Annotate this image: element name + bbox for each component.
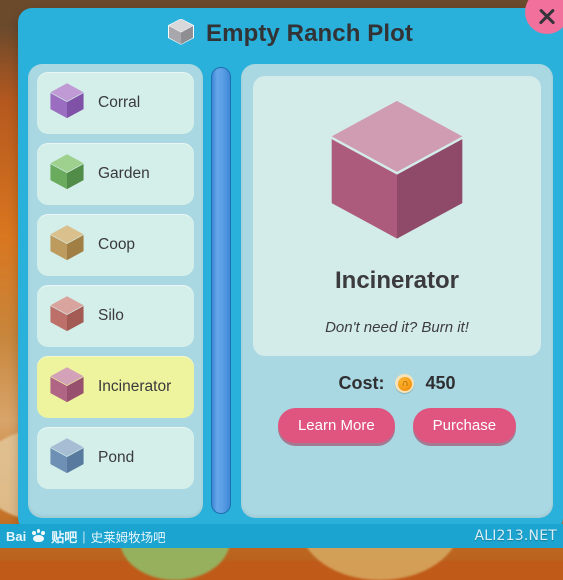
cube-icon — [49, 224, 85, 266]
sidebar-item-silo[interactable]: Silo — [37, 285, 194, 347]
scrollbar-thumb[interactable] — [211, 67, 231, 514]
sidebar-item-incinerator[interactable]: Incinerator — [37, 356, 194, 418]
sidebar-item-corral[interactable]: Corral — [37, 72, 194, 134]
sidebar-item-coop[interactable]: Coop — [37, 214, 194, 276]
coin-glyph: ∩ — [397, 376, 412, 391]
cube-icon — [326, 98, 468, 245]
cube-icon — [49, 295, 85, 337]
watermark-bar: Bai 贴吧 | 史莱姆牧场吧 ALI213.NET — [0, 524, 563, 548]
site-watermark: ALI213.NET — [474, 528, 557, 544]
cube-icon — [49, 82, 85, 124]
detail-panel: Incinerator Don't need it? Burn it! Cost… — [241, 64, 553, 518]
sidebar-item-label: Garden — [98, 165, 150, 182]
sidebar-item-label: Coop — [98, 236, 136, 253]
sidebar-scrollbar[interactable] — [207, 64, 235, 518]
sidebar-item-label: Corral — [98, 94, 141, 111]
close-icon — [537, 6, 557, 26]
sidebar-item-garden[interactable]: Garden — [37, 143, 194, 205]
cube-icon — [49, 437, 85, 479]
sidebar: Corral Garden Coop Silo Incinerator Pond — [28, 64, 203, 518]
forum-name: 史莱姆牧场吧 — [90, 530, 166, 545]
sidebar-item-label: Incinerator — [98, 378, 172, 395]
paw-icon — [31, 529, 46, 543]
sidebar-item-label: Silo — [98, 307, 124, 324]
sidebar-item-label: Pond — [98, 449, 135, 466]
dialog-header: Empty Ranch Plot — [18, 8, 563, 60]
ranch-plot-dialog: Empty Ranch Plot Corral Garden Coop Silo… — [18, 0, 563, 532]
cost-row: Cost: ∩ 450 — [253, 373, 541, 394]
baidu-watermark: Bai 贴吧 | 史莱姆牧场吧 — [6, 527, 166, 546]
cost-value: 450 — [425, 373, 456, 393]
cube-icon — [49, 153, 85, 195]
action-buttons: Learn More Purchase — [253, 408, 541, 443]
cost-label: Cost: — [338, 373, 385, 393]
dialog-body: Corral Garden Coop Silo Incinerator Pond… — [18, 60, 563, 532]
detail-card: Incinerator Don't need it? Burn it! — [253, 76, 541, 356]
page-title: Empty Ranch Plot — [206, 20, 413, 47]
coin-icon: ∩ — [395, 374, 415, 393]
cube-icon — [168, 18, 195, 50]
sidebar-item-pond[interactable]: Pond — [37, 427, 194, 489]
detail-description: Don't need it? Burn it! — [325, 319, 469, 336]
learn-more-button[interactable]: Learn More — [277, 408, 395, 443]
baidu-brand-suffix: 贴吧 — [51, 529, 78, 545]
detail-icon-wrap — [326, 98, 468, 245]
watermark-separator: | — [82, 528, 86, 544]
cube-icon — [49, 366, 85, 408]
detail-title: Incinerator — [334, 267, 460, 294]
baidu-brand: Bai — [6, 528, 27, 544]
purchase-button[interactable]: Purchase — [412, 408, 517, 443]
